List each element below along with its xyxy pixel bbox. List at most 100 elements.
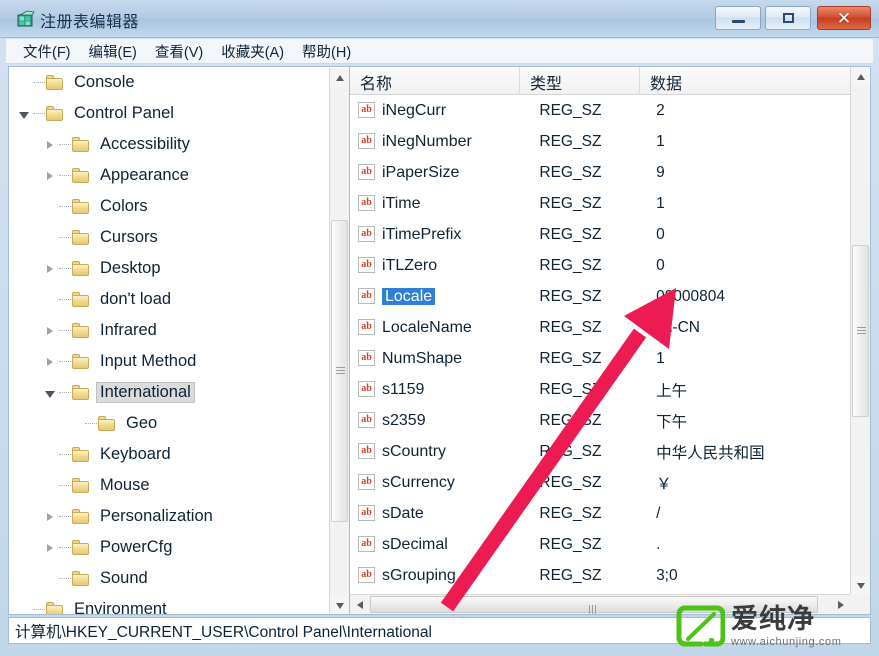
registry-values-pane[interactable]: 名称 类型 数据 ab iNegCurr REG_SZ 2 ab iNegNumber RE… (349, 66, 871, 615)
tree-scroll-up-button[interactable] (330, 68, 349, 87)
tree-connector-line (59, 267, 71, 270)
tree-node-powercfg[interactable]: PowerCfg (9, 532, 329, 563)
tree-connector-line (59, 577, 71, 580)
tree-node-sound[interactable]: Sound (9, 563, 329, 594)
folder-icon (71, 198, 90, 215)
value-type: REG_SZ (539, 349, 602, 367)
tree-node-environment[interactable]: Environment (9, 594, 329, 614)
expander-closed-icon[interactable] (43, 355, 57, 369)
value-row[interactable]: ab sDecimal REG_SZ. (350, 529, 850, 560)
tree-node-keyboard[interactable]: Keyboard (9, 439, 329, 470)
expander-open-icon[interactable] (43, 386, 57, 400)
value-row[interactable]: ab iNegCurr REG_SZ 2 (350, 95, 850, 126)
expander-closed-icon[interactable] (43, 169, 57, 183)
value-row[interactable]: ab sGrouping REG_SZ 3;0 (350, 560, 850, 591)
value-data: 9 (656, 163, 665, 181)
expander-placeholder (69, 417, 83, 431)
tree-node-control-panel[interactable]: Control Panel (9, 98, 329, 129)
value-data: 1 (656, 349, 665, 367)
value-row[interactable]: ab sCurrency REG_SZ ￥ (350, 467, 850, 498)
column-header-type[interactable]: 类型 (520, 67, 640, 94)
value-row[interactable]: ab sDate REG_SZ / (350, 498, 850, 529)
list-scroll-down-button[interactable] (851, 576, 870, 595)
tree-node-don-t-load[interactable]: don't load (9, 284, 329, 315)
value-row[interactable]: ab NumShape REG_SZ 1 (350, 343, 850, 374)
value-row[interactable]: ab iTime REG_SZ 1 (350, 188, 850, 219)
expander-placeholder (43, 293, 57, 307)
value-name: iNegNumber (382, 132, 472, 150)
menu-item-edit[interactable]: 编辑(E) (80, 39, 146, 64)
close-icon: ✕ (836, 8, 852, 28)
value-type: REG_SZ (539, 225, 602, 243)
tree-vertical-scrollbar[interactable] (329, 68, 349, 614)
value-row[interactable]: ab iTimePrefix REG_SZ 0 (350, 219, 850, 250)
tree-node-label: Input Method (100, 352, 197, 371)
string-value-icon: ab (358, 133, 376, 150)
value-row[interactable]: ab LocaleName REG_SZ zh-CN (350, 312, 850, 343)
tree-node-label: Desktop (100, 259, 161, 278)
list-scrollbar-thumb[interactable] (852, 245, 869, 417)
tree-scroll-down-button[interactable] (330, 596, 349, 614)
minimize-button[interactable] (715, 6, 761, 30)
tree-node-personalization[interactable]: Personalization (9, 501, 329, 532)
column-header-name[interactable]: 名称 (350, 67, 520, 94)
registry-tree-pane[interactable]: Console Control Panel Accessibility Appeara… (8, 66, 349, 615)
expander-closed-icon[interactable] (43, 262, 57, 276)
expander-closed-icon[interactable] (43, 510, 57, 524)
value-row[interactable]: ab s1159 REG_SZ 上午 (350, 374, 850, 405)
folder-icon (45, 105, 64, 122)
value-row[interactable]: ab Locale REG_SZ 00000804 (350, 281, 850, 312)
menu-item-help[interactable]: 帮助(H) (293, 39, 360, 64)
value-data: 2 (656, 101, 665, 119)
minimize-icon (716, 7, 760, 29)
close-button[interactable]: ✕ (817, 6, 871, 30)
expander-closed-icon[interactable] (43, 541, 57, 555)
tree-scrollbar-thumb[interactable] (331, 220, 348, 522)
value-data: 上午 (656, 382, 688, 400)
menu-item-file[interactable]: 文件(F) (14, 39, 80, 64)
tree-node-international[interactable]: International (9, 377, 329, 408)
value-type: REG_SZ (539, 411, 602, 429)
column-header-data[interactable]: 数据 (640, 67, 850, 94)
tree-node-label: Accessibility (100, 135, 190, 154)
registry-values-list[interactable]: ab iNegCurr REG_SZ 2 ab iNegNumber REG_SZ 1 ab iP… (350, 95, 850, 595)
list-scroll-left-button[interactable] (350, 595, 369, 614)
value-row[interactable]: ab iTLZero REG_SZ 0 (350, 250, 850, 281)
tree-node-desktop[interactable]: Desktop (9, 253, 329, 284)
value-data: 0 (656, 256, 665, 274)
value-row[interactable]: ab s2359 REG_SZ 下午 (350, 405, 850, 436)
value-row[interactable]: ab sCountry REG_SZ 中华人民共和国 (350, 436, 850, 467)
tree-node-input-method[interactable]: Input Method (9, 346, 329, 377)
tree-node-mouse[interactable]: Mouse (9, 470, 329, 501)
tree-node-label: Mouse (100, 476, 150, 495)
value-row[interactable]: ab iNegNumber REG_SZ 1 (350, 126, 850, 157)
value-name: iNegCurr (382, 101, 447, 119)
tree-node-appearance[interactable]: Appearance (9, 160, 329, 191)
tree-node-colors[interactable]: Colors (9, 191, 329, 222)
value-row[interactable]: ab iPaperSize REG_SZ 9 (350, 157, 850, 188)
string-value-icon: ab (358, 164, 376, 181)
expander-open-icon[interactable] (17, 107, 31, 121)
tree-connector-line (59, 236, 71, 239)
tree-node-console[interactable]: Console (9, 67, 329, 98)
tree-node-cursors[interactable]: Cursors (9, 222, 329, 253)
registry-tree[interactable]: Console Control Panel Accessibility Appeara… (9, 67, 329, 614)
menu-bar: 文件(F) 编辑(E) 查看(V) 收藏夹(A) 帮助(H) (6, 39, 873, 64)
tree-node-geo[interactable]: Geo (9, 408, 329, 439)
tree-node-label: International (96, 382, 195, 403)
folder-icon (71, 477, 90, 494)
expander-closed-icon[interactable] (43, 324, 57, 338)
list-column-headers: 名称 类型 数据 (350, 67, 850, 95)
maximize-button[interactable] (765, 6, 811, 30)
list-scroll-up-button[interactable] (851, 67, 870, 86)
menu-item-view[interactable]: 查看(V) (146, 39, 212, 64)
registry-editor-icon (17, 10, 35, 27)
folder-icon (71, 136, 90, 153)
string-value-icon: ab (358, 412, 376, 429)
tree-node-accessibility[interactable]: Accessibility (9, 129, 329, 160)
expander-closed-icon[interactable] (43, 138, 57, 152)
tree-node-label: Appearance (100, 166, 189, 185)
tree-node-infrared[interactable]: Infrared (9, 315, 329, 346)
menu-item-favorites[interactable]: 收藏夹(A) (212, 39, 293, 64)
list-vertical-scrollbar[interactable] (850, 67, 870, 595)
